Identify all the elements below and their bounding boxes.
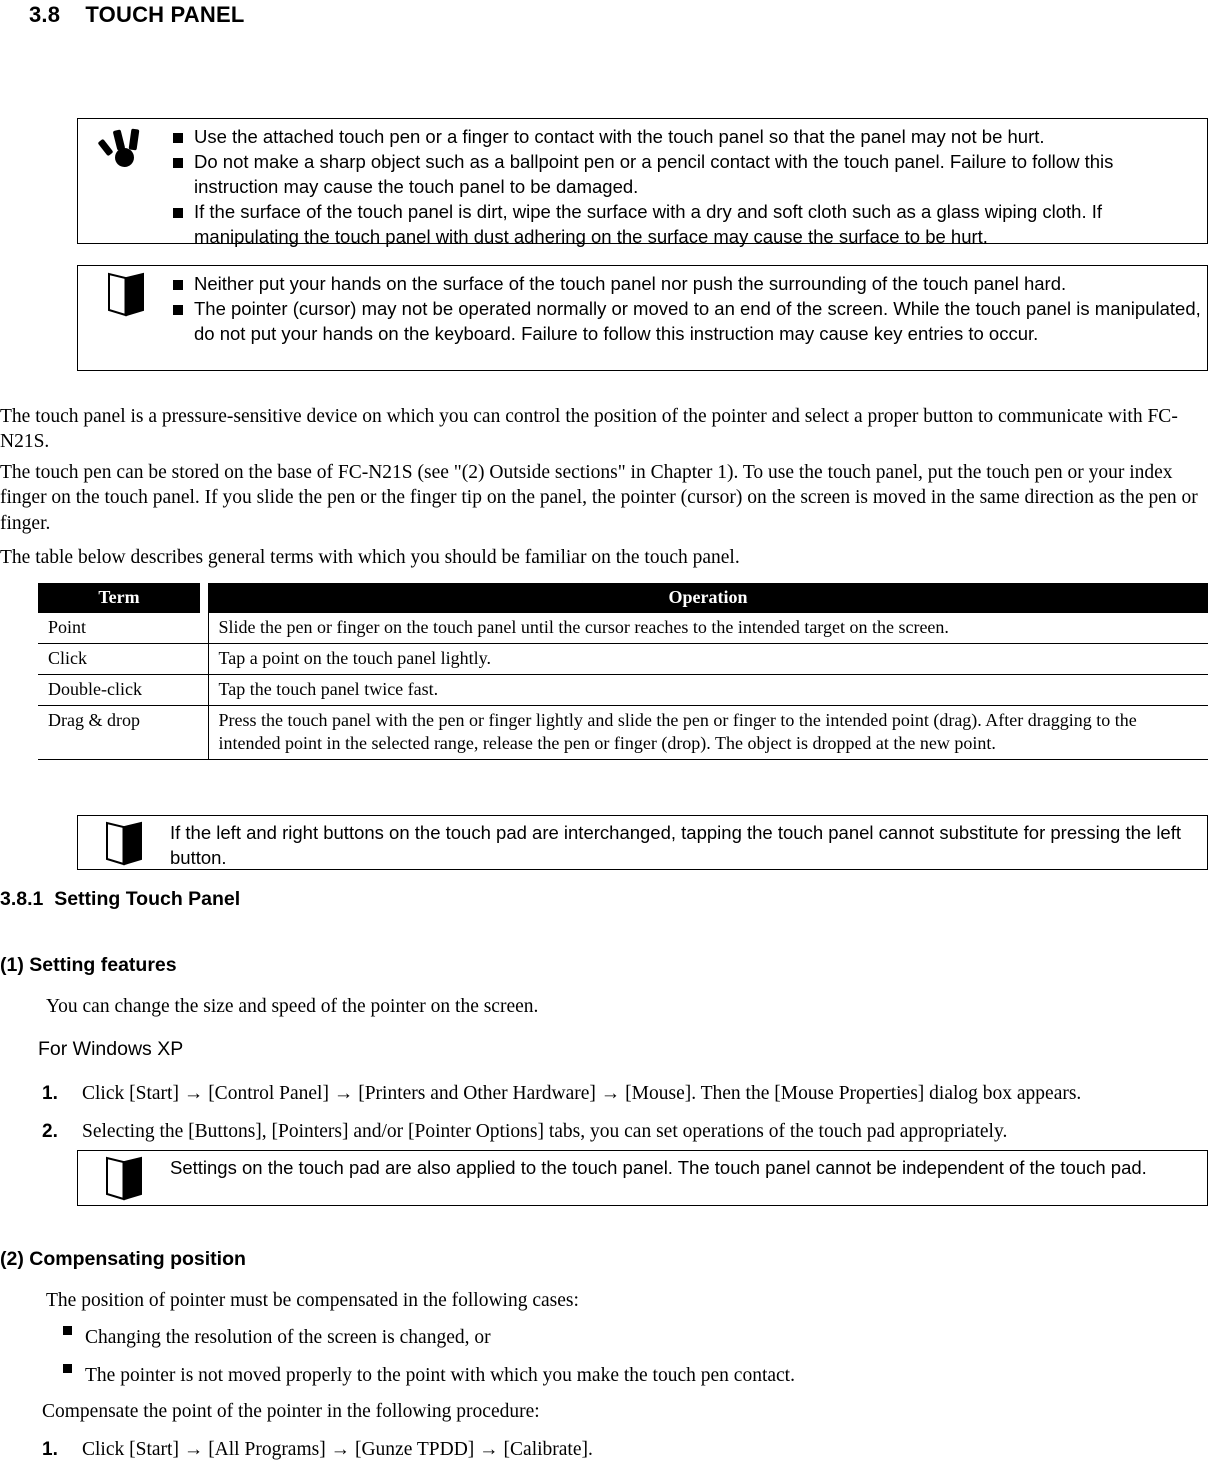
table-cell-term: Double-click [38, 674, 209, 707]
setting-features-intro: You can change the size and speed of the… [46, 996, 539, 1017]
table-cell-operation: Slide the pen or finger on the touch pan… [208, 613, 1208, 645]
caution-bullet-2: Do not make a sharp object such as a bal… [173, 150, 1201, 200]
note-1-bullet-1: Neither put your hands on the surface of… [173, 272, 1201, 297]
caution-bullet-3: If the surface of the touch panel is dir… [173, 200, 1201, 250]
caution-box-body: Use the attached touch pen or a finger t… [173, 119, 1207, 255]
compensating-position-heading: (2) Compensating position [0, 1248, 246, 1270]
open-book-note-icon [107, 272, 144, 317]
caution-bullet-1: Use the attached touch pen or a finger t… [173, 125, 1201, 150]
square-bullet-icon [63, 1363, 85, 1381]
open-book-note-icon [106, 1156, 142, 1201]
note-box-3-text: Settings on the touch pad are also appli… [170, 1157, 1147, 1178]
step-item: 1. Click [Start] → [All Programs] → [Gun… [42, 1437, 1207, 1462]
caution-box: Use the attached touch pen or a finger t… [77, 118, 1208, 247]
note-box-1-body: Neither put your hands on the surface of… [173, 266, 1207, 353]
table-header-term: Term [38, 583, 200, 613]
paragraph-touch-panel-description: The touch panel is a pressure-sensitive … [0, 406, 1178, 453]
compensate-procedure-intro: Compensate the point of the pointer in t… [42, 1401, 540, 1422]
square-bullet-icon [173, 297, 194, 322]
step-text: Click [Start] → [Control Panel] → [Print… [82, 1083, 1082, 1104]
open-book-note-icon [106, 821, 142, 866]
table-row: Drag & drop Press the touch panel with t… [38, 705, 1208, 761]
square-bullet-icon [63, 1325, 85, 1343]
caution-exclamation-icon [97, 127, 150, 169]
note-1-bullet-2: The pointer (cursor) may not be operated… [173, 297, 1201, 347]
table-cell-term: Click [38, 643, 209, 676]
step-number: 1. [42, 1083, 58, 1104]
table-cell-operation: Tap the touch panel twice fast. [208, 674, 1208, 707]
table-header-row: Term Operation [38, 583, 1208, 613]
square-bullet-icon [173, 272, 194, 297]
square-bullet-icon [173, 150, 194, 175]
table-cell-operation: Tap a point on the touch panel lightly. [208, 643, 1208, 676]
note-box-2: If the left and right buttons on the tou… [77, 815, 1208, 870]
paragraph-table-intro: The table below describes general terms … [0, 547, 740, 568]
table-cell-operation: Press the touch panel with the pen or fi… [208, 705, 1208, 761]
table-cell-term: Point [38, 613, 209, 645]
table-row: Click Tap a point on the touch panel lig… [38, 643, 1208, 676]
table-row: Double-click Tap the touch panel twice f… [38, 674, 1208, 707]
document-page: 3.8 TOUCH PANEL Use the attached touch p… [0, 0, 1215, 1460]
step-item: 2. Selecting the [Buttons], [Pointers] a… [42, 1119, 1207, 1144]
step-text: Click [Start] → [All Programs] → [Gunze … [82, 1439, 593, 1460]
list-item: The pointer is not moved properly to the… [63, 1363, 1183, 1388]
os-label-windows-xp: For Windows XP [38, 1038, 184, 1060]
terms-table: Term Operation Point Slide the pen or fi… [38, 583, 1208, 761]
note-box-3: Settings on the touch pad are also appli… [77, 1150, 1208, 1206]
step-text: Selecting the [Buttons], [Pointers] and/… [82, 1121, 1008, 1142]
note-icon-cell-1 [78, 266, 173, 317]
note-box-2-text: If the left and right buttons on the tou… [170, 822, 1181, 868]
compensating-position-intro: The position of pointer must be compensa… [46, 1290, 579, 1311]
square-bullet-icon [173, 200, 194, 225]
note-icon-cell-2 [78, 816, 170, 866]
note-box-1: Neither put your hands on the surface of… [77, 265, 1208, 371]
setting-features-heading: (1) Setting features [0, 954, 177, 976]
table-row: Point Slide the pen or finger on the tou… [38, 613, 1208, 645]
paragraph-touch-pen-storage: The touch pen can be stored on the base … [0, 462, 1198, 534]
note-icon-cell-3 [78, 1151, 170, 1201]
square-bullet-icon [173, 125, 194, 150]
table-cell-term: Drag & drop [38, 705, 209, 761]
list-item: Changing the resolution of the screen is… [63, 1325, 1183, 1350]
caution-icon-cell [78, 119, 173, 169]
subsection-heading: 3.8.1 Setting Touch Panel [0, 888, 241, 910]
page-title: 3.8 TOUCH PANEL [29, 2, 245, 27]
step-number: 1. [42, 1439, 58, 1460]
table-header-gap [200, 583, 208, 613]
table-header-operation: Operation [208, 583, 1208, 613]
step-number: 2. [42, 1121, 58, 1142]
step-item: 1. Click [Start] → [Control Panel] → [Pr… [42, 1081, 1207, 1106]
